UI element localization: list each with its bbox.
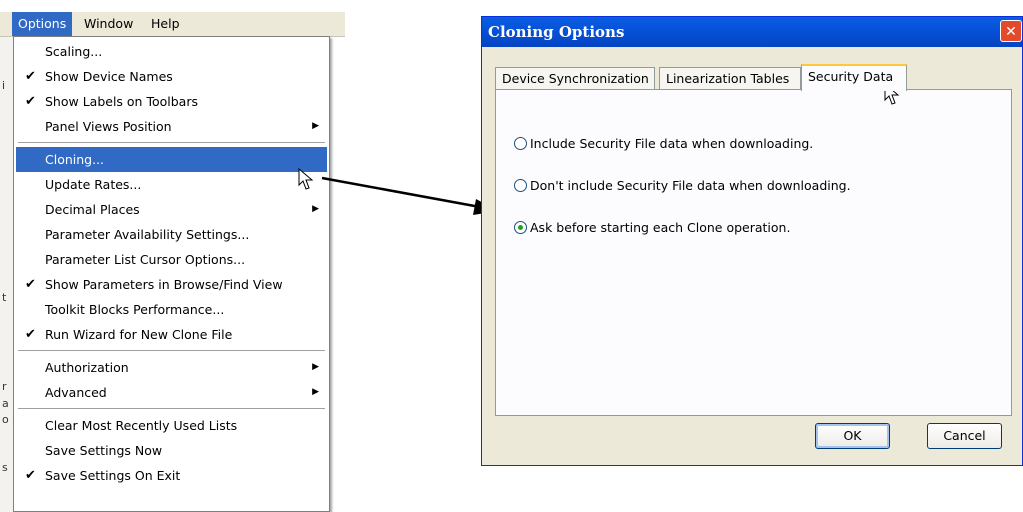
menu-item-label: Decimal Places bbox=[45, 202, 140, 217]
arrow-connector bbox=[321, 176, 498, 215]
app-left-edge: i t r a o s bbox=[0, 37, 14, 512]
menu-item[interactable]: Toolkit Blocks Performance... bbox=[16, 297, 327, 322]
menu-item[interactable]: ✔ Run Wizard for New Clone File bbox=[16, 322, 327, 347]
menu-item[interactable]: Parameter List Cursor Options... bbox=[16, 247, 327, 272]
menu-item[interactable]: ✔ Show Parameters in Browse/Find View bbox=[16, 272, 327, 297]
menu-item[interactable]: Decimal Places ▶ bbox=[16, 197, 327, 222]
menu-options[interactable]: Options bbox=[12, 12, 73, 36]
menu-item[interactable]: Update Rates... bbox=[16, 172, 327, 197]
menu-item[interactable]: Authorization ▶ bbox=[16, 355, 327, 380]
checkmark-icon: ✔ bbox=[25, 468, 36, 483]
menu-item-label: Clear Most Recently Used Lists bbox=[45, 418, 238, 433]
submenu-arrow-icon: ▶ bbox=[312, 204, 319, 214]
checkmark-icon: ✔ bbox=[25, 69, 36, 84]
submenu-arrow-icon: ▶ bbox=[312, 121, 319, 131]
text-fragment: r bbox=[2, 380, 7, 393]
menu-item-label: Parameter List Cursor Options... bbox=[45, 252, 246, 267]
menu-item-label: Show Labels on Toolbars bbox=[45, 94, 198, 109]
menu-separator bbox=[18, 408, 325, 409]
menu-item-label: Show Device Names bbox=[45, 69, 173, 84]
checkmark-icon: ✔ bbox=[25, 277, 36, 292]
menu-item[interactable]: ✔ Show Labels on Toolbars bbox=[16, 89, 327, 114]
menu-item-label: Parameter Availability Settings... bbox=[45, 227, 250, 242]
menu-help[interactable]: Help bbox=[145, 12, 186, 36]
option-label: Ask before starting each Clone operation… bbox=[530, 220, 791, 235]
cancel-button[interactable]: Cancel bbox=[927, 423, 1002, 449]
menu-item-label: Run Wizard for New Clone File bbox=[45, 327, 233, 342]
menu-item-label: Save Settings Now bbox=[45, 443, 163, 458]
text-fragment: t bbox=[2, 291, 7, 304]
tab-linearization-tables[interactable]: Linearization Tables bbox=[659, 67, 801, 89]
menu-item[interactable]: Panel Views Position ▶ bbox=[16, 114, 327, 139]
menu-item[interactable]: Advanced ▶ bbox=[16, 380, 327, 405]
menu-item-label: Show Parameters in Browse/Find View bbox=[45, 277, 283, 292]
menu-item[interactable]: Parameter Availability Settings... bbox=[16, 222, 327, 247]
menu-item[interactable]: Save Settings Now bbox=[16, 438, 327, 463]
menu-item-label: Scaling... bbox=[45, 44, 103, 59]
menu-item[interactable]: Scaling... bbox=[16, 39, 327, 64]
menu-separator bbox=[18, 142, 325, 143]
menu-bar: Options Window Help bbox=[0, 12, 345, 37]
text-fragment: a bbox=[2, 397, 9, 410]
options-dropdown-menu: Scaling... ✔ Show Device Names ✔ Show Labels… bbox=[13, 36, 330, 512]
radio-button-selected[interactable] bbox=[514, 221, 527, 234]
security-data-panel: Include Security File data when download… bbox=[495, 89, 1012, 416]
menu-item[interactable]: Cloning... bbox=[16, 147, 327, 172]
option-label: Include Security File data when download… bbox=[530, 136, 814, 151]
menu-item-label: Panel Views Position bbox=[45, 119, 172, 134]
dialog-title: Cloning Options bbox=[488, 23, 625, 41]
cloning-options-dialog: Cloning Options ✕ Device Synchronization… bbox=[481, 16, 1023, 466]
tab-security-data[interactable]: Security Data bbox=[801, 64, 907, 91]
menu-item-label: Save Settings On Exit bbox=[45, 468, 181, 483]
menu-item[interactable]: ✔ Show Device Names bbox=[16, 64, 327, 89]
close-icon[interactable]: ✕ bbox=[1000, 20, 1022, 42]
menu-window[interactable]: Window bbox=[78, 12, 139, 36]
radio-button[interactable] bbox=[514, 137, 527, 150]
menu-separator bbox=[18, 350, 325, 351]
text-fragment: s bbox=[2, 461, 8, 474]
submenu-arrow-icon: ▶ bbox=[312, 362, 319, 372]
mouse-pointer-icon bbox=[298, 168, 314, 190]
option-label: Don't include Security File data when do… bbox=[530, 178, 851, 193]
text-fragment: i bbox=[2, 79, 6, 92]
radio-button[interactable] bbox=[514, 179, 527, 192]
menu-item[interactable]: Clear Most Recently Used Lists bbox=[16, 413, 327, 438]
submenu-arrow-icon: ▶ bbox=[312, 387, 319, 397]
dialog-titlebar[interactable]: Cloning Options ✕ bbox=[482, 17, 1022, 47]
text-fragment: o bbox=[2, 413, 9, 426]
menu-item-label: Toolkit Blocks Performance... bbox=[45, 302, 225, 317]
checkmark-icon: ✔ bbox=[25, 327, 36, 342]
menu-item-label: Advanced bbox=[45, 385, 107, 400]
menu-item-label: Cloning... bbox=[45, 152, 105, 167]
menu-item-label: Authorization bbox=[45, 360, 129, 375]
tab-device-synchronization[interactable]: Device Synchronization bbox=[495, 67, 655, 89]
ok-button[interactable]: OK bbox=[815, 423, 890, 449]
menu-item[interactable]: ✔ Save Settings On Exit bbox=[16, 463, 327, 488]
checkmark-icon: ✔ bbox=[25, 94, 36, 109]
menu-item-label: Update Rates... bbox=[45, 177, 142, 192]
